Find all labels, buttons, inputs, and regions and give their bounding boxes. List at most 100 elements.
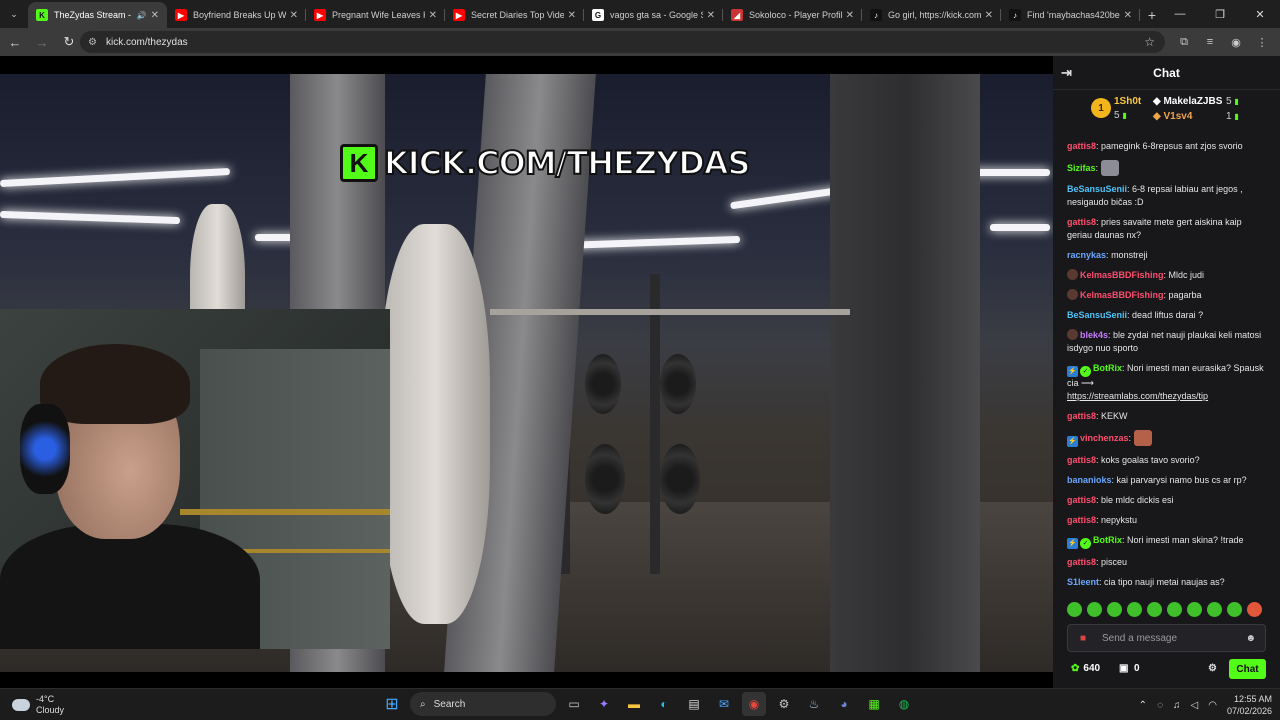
chat-message: KelmasBBDFishing: pagarba — [1067, 289, 1268, 302]
kick-app-icon[interactable]: ▦ — [862, 692, 886, 716]
chat-username[interactable]: gattis8 — [1067, 455, 1096, 465]
mic-icon[interactable]: ♫ — [1173, 700, 1181, 711]
collapse-chat-icon[interactable]: ⇥ — [1061, 65, 1072, 81]
emote-icon[interactable] — [1187, 602, 1202, 617]
chat-username[interactable]: gattis8 — [1067, 557, 1096, 567]
clock[interactable]: 12:55 AM 07/02/2026 — [1227, 693, 1272, 717]
gift-count[interactable]: ▣ 0 — [1119, 663, 1140, 674]
emoji-picker-icon[interactable]: ☻ — [1245, 633, 1256, 644]
browser-tab[interactable]: ▶ Secret Diaries Top Videos ✕ — [445, 2, 584, 28]
emote-icon[interactable] — [1207, 602, 1222, 617]
back-button[interactable]: ← — [3, 30, 27, 54]
headset-icon — [20, 404, 70, 494]
chat-username[interactable]: gattis8 — [1067, 495, 1096, 505]
extensions-icon[interactable]: ⧉ — [1174, 32, 1194, 52]
maximize-button[interactable]: ❐ — [1200, 0, 1240, 28]
leaderboard-user[interactable]: ◆ MakelaZJBS — [1153, 96, 1222, 107]
mail-icon[interactable]: ✉ — [712, 692, 736, 716]
chat-username[interactable]: BotRix — [1093, 535, 1122, 545]
copilot-icon[interactable]: ✦ — [592, 692, 616, 716]
settings-icon[interactable]: ⚙ — [772, 692, 796, 716]
emote-icon[interactable] — [1167, 602, 1182, 617]
chat-username[interactable]: BeSansuSenii — [1067, 310, 1127, 320]
spotify-icon[interactable]: ◍ — [892, 692, 916, 716]
emote-icon[interactable] — [1247, 602, 1262, 617]
chat-username[interactable]: BeSansuSenii — [1067, 184, 1127, 194]
tab-close-icon[interactable]: ✕ — [290, 10, 298, 21]
browser-tab[interactable]: ♪ Go girl, https://kick.com/ ✕ — [862, 2, 1001, 28]
tab-close-icon[interactable]: ✕ — [151, 10, 159, 21]
chat-text: pamegink 6-8repsus ant zjos svorio — [1101, 141, 1243, 151]
bookmark-star-icon[interactable]: ☆ — [1144, 35, 1155, 49]
tab-close-icon[interactable]: ✕ — [846, 10, 854, 21]
edge-icon[interactable]: ◐ — [652, 692, 676, 716]
steam-icon[interactable]: ♨ — [802, 692, 826, 716]
emote-icon[interactable] — [1087, 602, 1102, 617]
tab-close-icon[interactable]: ✕ — [429, 10, 437, 21]
tab-close-icon[interactable]: ✕ — [985, 10, 993, 21]
profile-icon[interactable]: ◉ — [1226, 32, 1246, 52]
browser-tab[interactable]: Gvagos gta sa - Google Se ✕ — [584, 2, 723, 28]
browser-tab[interactable]: K TheZydas Stream - W 🔊 ✕ — [28, 2, 167, 28]
leaderboard-user[interactable]: ◆ V1sv4 — [1153, 111, 1192, 122]
discord-icon[interactable]: ◕ — [832, 692, 856, 716]
taskbar-search[interactable]: ⌕ Search — [410, 692, 556, 716]
chat-username[interactable]: S1leent — [1067, 577, 1099, 587]
tab-search-button[interactable]: ⌄ — [0, 0, 28, 28]
chat-text: monstreji — [1111, 250, 1148, 260]
tab-close-icon[interactable]: ✕ — [1124, 10, 1132, 21]
store-icon[interactable]: ▤ — [682, 692, 706, 716]
chat-username[interactable]: KelmasBBDFishing — [1080, 290, 1164, 300]
emote-icon[interactable] — [1067, 602, 1082, 617]
emote-icon[interactable] — [1127, 602, 1142, 617]
minimize-button[interactable]: — — [1160, 0, 1200, 28]
leaderboard-user[interactable]: 1Sh0t — [1114, 96, 1141, 107]
gift-icon[interactable]: ■ — [1080, 633, 1086, 644]
channel-points[interactable]: ✿ 640 — [1071, 663, 1100, 674]
tab-close-icon[interactable]: ✕ — [568, 10, 576, 21]
chat-settings-icon[interactable]: ⚙ — [1208, 663, 1217, 674]
tab-audio-icon[interactable]: 🔊 — [137, 11, 147, 20]
chat-username[interactable]: bananioks — [1067, 475, 1112, 485]
emote-icon[interactable] — [1147, 602, 1162, 617]
wifi-icon[interactable]: ◠ — [1208, 700, 1217, 711]
chat-username[interactable]: Sizifas — [1067, 163, 1096, 173]
chat-username[interactable]: vinchenzas — [1080, 433, 1129, 443]
address-bar[interactable]: ⚙ kick.com/thezydas ☆ — [80, 31, 1165, 53]
chat-username[interactable]: gattis8 — [1067, 411, 1096, 421]
video-player[interactable]: K KICK.COM/THEZYDAS — [0, 56, 1053, 688]
weather-widget[interactable]: -4°C Cloudy — [12, 694, 64, 716]
reload-button[interactable]: ↻ — [57, 30, 81, 54]
search-icon: ⌕ — [420, 698, 426, 710]
file-explorer-icon[interactable]: ▬ — [622, 692, 646, 716]
chat-username[interactable]: gattis8 — [1067, 515, 1096, 525]
chrome-icon[interactable]: ◉ — [742, 692, 766, 716]
browser-tab[interactable]: ◢ Sokoloco - Player Profile ✕ — [723, 2, 862, 28]
gift-box-icon: ▣ — [1119, 663, 1129, 674]
chat-username[interactable]: racnykas — [1067, 250, 1106, 260]
chat-link[interactable]: https://streamlabs.com/thezydas/tip — [1067, 391, 1208, 401]
chat-username[interactable]: gattis8 — [1067, 217, 1096, 227]
chat-username[interactable]: blek4s — [1080, 330, 1108, 340]
chat-username[interactable]: BotRix — [1093, 363, 1122, 373]
browser-tab[interactable]: ▶ Boyfriend Breaks Up With ✕ — [167, 2, 306, 28]
chat-input[interactable]: ■ Send a message ☻ — [1067, 624, 1266, 652]
emote-icon[interactable] — [1107, 602, 1122, 617]
start-button[interactable]: ⊞ — [380, 692, 404, 716]
media-control-icon[interactable]: ≡ — [1200, 32, 1220, 52]
tab-close-icon[interactable]: ✕ — [707, 10, 715, 21]
emote-icon[interactable] — [1227, 602, 1242, 617]
volume-icon[interactable]: ◁ — [1191, 700, 1199, 711]
tray-overflow-icon[interactable]: ⌃ — [1139, 700, 1147, 711]
task-view-icon[interactable]: ▭ — [562, 692, 586, 716]
chat-username[interactable]: KelmasBBDFishing — [1080, 270, 1164, 280]
browser-tab[interactable]: ♪ Find 'maybachas420best' ✕ — [1001, 2, 1140, 28]
site-info-icon[interactable]: ⚙ — [88, 37, 97, 48]
send-chat-button[interactable]: Chat — [1229, 659, 1266, 679]
browser-tab[interactable]: ▶ Pregnant Wife Leaves He ✕ — [306, 2, 445, 28]
forward-button[interactable]: → — [30, 30, 54, 54]
chat-username[interactable]: gattis8 — [1067, 141, 1096, 151]
menu-icon[interactable]: ⋮ — [1252, 32, 1272, 52]
close-window-button[interactable]: ✕ — [1240, 0, 1280, 28]
network-icon[interactable]: ◌ — [1157, 700, 1163, 711]
